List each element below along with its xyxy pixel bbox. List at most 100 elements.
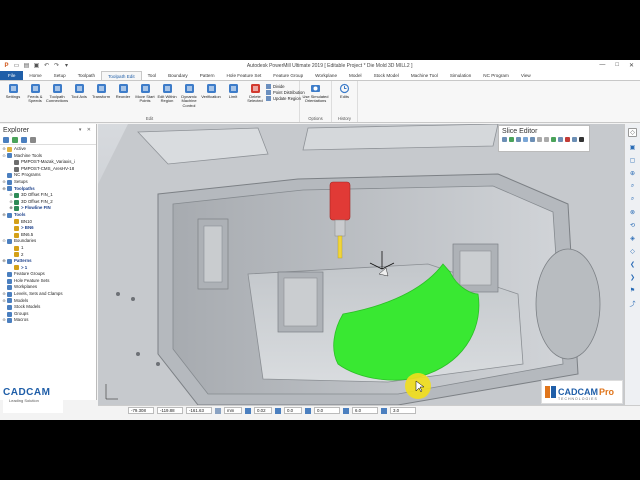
tree-item[interactable]: Groups — [0, 311, 96, 318]
tree-item[interactable]: 2 — [0, 252, 96, 259]
tree-item[interactable]: ⊕ Models — [0, 298, 96, 305]
maximize-button[interactable]: □ — [615, 62, 619, 69]
tab-toolpath[interactable]: Toolpath — [72, 71, 101, 80]
units-field[interactable]: mm — [224, 407, 242, 414]
transform-button[interactable]: Transform — [90, 83, 112, 108]
tab-view[interactable]: View — [515, 71, 537, 80]
slice-tool-icon[interactable] — [544, 137, 549, 142]
slice-tool-icon[interactable] — [502, 137, 507, 142]
delete-selected-button[interactable]: Delete Selected — [244, 83, 266, 108]
tree-item[interactable]: ⊕ Setups — [0, 179, 96, 186]
tree-expander-icon[interactable]: ⊖ — [2, 258, 6, 265]
slice-tool-icon[interactable] — [551, 137, 556, 142]
tab-pattern[interactable]: Pattern — [194, 71, 221, 80]
app-menu-icon[interactable]: P — [3, 62, 10, 69]
shaded-icon[interactable]: ◈ — [628, 234, 637, 243]
tree-item[interactable]: PMPOST-CMS_AresHV-18 — [0, 166, 96, 173]
reorder-button[interactable]: Reorder — [112, 83, 134, 108]
coord-y-field[interactable]: -119.88 — [157, 407, 183, 414]
tab-model[interactable]: Model — [343, 71, 368, 80]
tree-item[interactable]: > BN6 — [0, 225, 96, 232]
tree-expander-icon[interactable]: ⊕ — [9, 199, 13, 206]
verification-button[interactable]: Verification — [200, 83, 222, 108]
slice-tool-icon[interactable] — [523, 137, 528, 142]
slice-tool-icon[interactable] — [537, 137, 542, 142]
tab-machine-tool[interactable]: Machine Tool — [405, 71, 444, 80]
tree-item[interactable]: > 1 — [0, 265, 96, 272]
toolpath-connections-button[interactable]: Toolpath Connections — [46, 83, 68, 108]
update-region-button[interactable]: Update Region — [266, 96, 305, 101]
zoom-icon[interactable]: ⊕ — [628, 169, 637, 178]
tree-item[interactable]: ⊖ Patterns — [0, 258, 96, 265]
tree-expander-icon[interactable]: ⊕ — [2, 179, 6, 186]
filter-icon[interactable] — [30, 137, 36, 143]
feeds-speeds-button[interactable]: Feeds & Speeds — [24, 83, 46, 108]
tab-workplane[interactable]: Workplane — [309, 71, 343, 80]
tree-item[interactable]: ⊖ Boundaries — [0, 238, 96, 245]
tab-toolpath-edit[interactable]: Toolpath Edit — [101, 71, 142, 80]
slice-tool-icon[interactable] — [516, 137, 521, 142]
dynamic-machine-control-button[interactable]: Dynamic Machine Control — [178, 83, 200, 108]
view-top-icon[interactable]: ▢ — [628, 156, 637, 165]
tab-simulation[interactable]: Simulation — [444, 71, 477, 80]
rotate-icon[interactable]: ⟲ — [628, 221, 637, 230]
axis-display-icon[interactable]: ⤴ — [628, 299, 637, 308]
model-view[interactable] — [98, 124, 624, 405]
tab-setup[interactable]: Setup — [48, 71, 72, 80]
tree-item[interactable]: Hole Feature Sets — [0, 278, 96, 285]
next-view-icon[interactable]: ❯ — [628, 273, 637, 282]
tree-expander-icon[interactable]: ⊖ — [2, 153, 6, 160]
open-folder-icon[interactable]: ▤ — [23, 62, 30, 69]
tree-expander-icon[interactable]: ⊕ — [2, 146, 6, 153]
coord-z-field[interactable]: -161.63 — [186, 407, 212, 414]
tree-item[interactable]: ⊕ Macros — [0, 317, 96, 324]
slice-tool-icon[interactable] — [565, 137, 570, 142]
tab-feature-group[interactable]: Feature Group — [267, 71, 309, 80]
slice-tool-icon[interactable] — [572, 137, 577, 142]
tool-display-icon[interactable]: ⚑ — [628, 286, 637, 295]
undo-icon[interactable]: ↶ — [43, 62, 50, 69]
use-simulated-orientations-button[interactable]: Use Simulated Orientations — [302, 83, 329, 104]
graphics-viewport[interactable] — [98, 124, 624, 405]
wireframe-icon[interactable]: ◇ — [628, 247, 637, 256]
tab-tool[interactable]: Tool — [142, 71, 162, 80]
tree-item[interactable]: ⊕ 3D Offset FIN_1 — [0, 192, 96, 199]
tree-item[interactable]: Workplanes — [0, 284, 96, 291]
edits-history-button[interactable]: Edits — [334, 83, 355, 99]
minimize-button[interactable]: — — [599, 62, 605, 69]
tree-item[interactable]: BN6.5 — [0, 232, 96, 239]
previous-view-icon[interactable]: ❮ — [628, 260, 637, 269]
layers-icon[interactable] — [12, 137, 18, 143]
zoom-box-icon[interactable]: ⌕ — [628, 195, 637, 204]
pan-icon[interactable]: ⊗ — [628, 208, 637, 217]
coord-x-field[interactable]: -79.308 — [128, 407, 154, 414]
tree-expander-icon[interactable]: ⊕ — [9, 205, 13, 212]
tree-item[interactable]: Stock Models — [0, 304, 96, 311]
tree-item[interactable]: 1 — [0, 245, 96, 252]
tab-nc-program[interactable]: NC Program — [477, 71, 515, 80]
tree-item[interactable]: ⊕ 3D Offset FIN_2 — [0, 199, 96, 206]
tree-item[interactable]: Feature Groups — [0, 271, 96, 278]
grid-icon[interactable] — [215, 407, 221, 414]
tree-expander-icon[interactable]: ⊖ — [2, 186, 6, 193]
move-start-points-button[interactable]: Move Start Points — [134, 83, 156, 108]
close-button[interactable]: ✕ — [629, 62, 634, 69]
tree-item[interactable]: ⊖ Tools — [0, 212, 96, 219]
tree-expander-icon[interactable]: ⊕ — [9, 192, 13, 199]
tool-diameter-field[interactable]: 6.0 — [352, 407, 378, 414]
slice-tool-icon[interactable] — [579, 137, 584, 142]
tree-expander-icon[interactable]: ⊕ — [2, 298, 6, 305]
divide-button[interactable]: Divide — [266, 84, 305, 89]
search-icon[interactable]: ⌕ — [628, 182, 637, 191]
view-iso-icon[interactable]: ▣ — [628, 143, 637, 152]
tool-axis-button[interactable]: Tool Axis — [68, 83, 90, 108]
slice-tool-icon[interactable] — [558, 137, 563, 142]
save-icon[interactable]: ▣ — [33, 62, 40, 69]
tree-expander-icon[interactable]: ⊕ — [2, 291, 6, 298]
tab-boundary[interactable]: Boundary — [162, 71, 194, 80]
view-cube-icon[interactable]: ◇ — [628, 128, 637, 137]
slice-tool-icon[interactable] — [509, 137, 514, 142]
tree-expander-icon[interactable]: ⊕ — [2, 317, 6, 324]
tree-item[interactable]: PMPOST-Mazak_Variaxis_i — [0, 159, 96, 166]
refresh-icon[interactable] — [21, 137, 27, 143]
